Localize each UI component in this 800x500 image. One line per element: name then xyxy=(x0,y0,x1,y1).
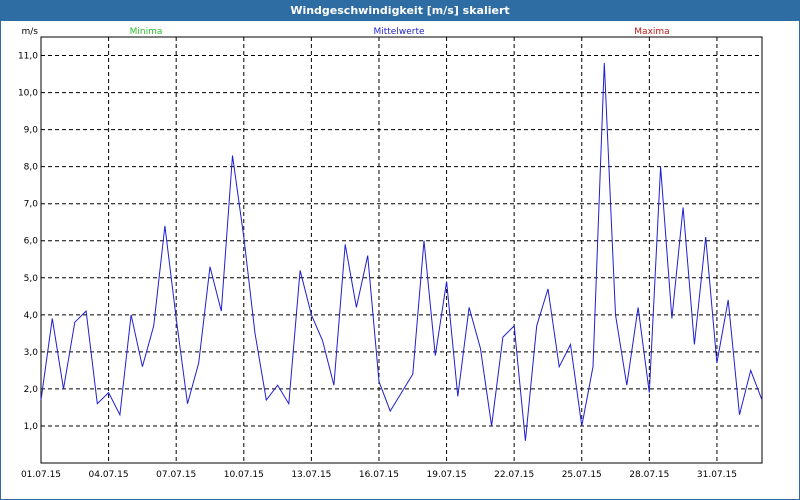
series-line-mittelwerte xyxy=(40,62,763,441)
y-tick-label: 11,0 xyxy=(18,52,38,62)
x-tick-label: 22.07.15 xyxy=(494,470,534,480)
plot-border xyxy=(40,36,763,464)
legend-minima: Minima xyxy=(130,27,163,37)
x-tick-label: 31.07.15 xyxy=(697,470,737,480)
x-tick-label: 25.07.15 xyxy=(562,470,602,480)
y-tick-label: 1,0 xyxy=(24,422,39,432)
x-tick-label: 13.07.15 xyxy=(291,470,331,480)
y-axis-unit: m/s xyxy=(22,27,39,37)
x-tick-label: 01.07.15 xyxy=(21,470,61,480)
x-tick-label: 10.07.15 xyxy=(224,470,264,480)
legend-maxima: Maxima xyxy=(634,27,669,37)
y-axis-ticks: 1,0 2,0 3,0 4,0 5,0 6,0 7,0 8,0 9,0 10,0 11,0 xyxy=(18,52,38,432)
x-tick-label: 04.07.15 xyxy=(89,470,129,480)
y-tick-label: 10,0 xyxy=(18,89,38,99)
legend-mittelwerte: Mittelwerte xyxy=(373,27,424,37)
chart-title: Windgeschwindigkeit [m/s] skaliert xyxy=(1,1,799,21)
y-tick-label: 9,0 xyxy=(24,126,39,136)
x-axis-ticks: 01.07.15 04.07.15 07.07.15 10.07.15 13.07.15… xyxy=(21,470,737,480)
x-tick-label: 16.07.15 xyxy=(359,470,399,480)
x-tick-label: 28.07.15 xyxy=(629,470,669,480)
y-tick-label: 3,0 xyxy=(24,348,39,358)
grid xyxy=(41,37,762,463)
wind-speed-chart: 1,0 2,0 3,0 4,0 5,0 6,0 7,0 8,0 9,0 10,0 11,0 01.0… xyxy=(18,27,763,480)
x-tick-label: 07.07.15 xyxy=(156,470,196,480)
y-tick-label: 8,0 xyxy=(24,163,39,173)
y-tick-label: 4,0 xyxy=(24,311,39,321)
chart-window: Windgeschwindigkeit [m/s] skaliert 1,0 2,… xyxy=(0,0,800,500)
y-tick-label: 5,0 xyxy=(24,274,39,284)
y-tick-label: 6,0 xyxy=(24,237,39,247)
x-tick-label: 19.07.15 xyxy=(427,470,467,480)
y-tick-label: 7,0 xyxy=(24,200,39,210)
y-tick-label: 2,0 xyxy=(24,385,39,395)
